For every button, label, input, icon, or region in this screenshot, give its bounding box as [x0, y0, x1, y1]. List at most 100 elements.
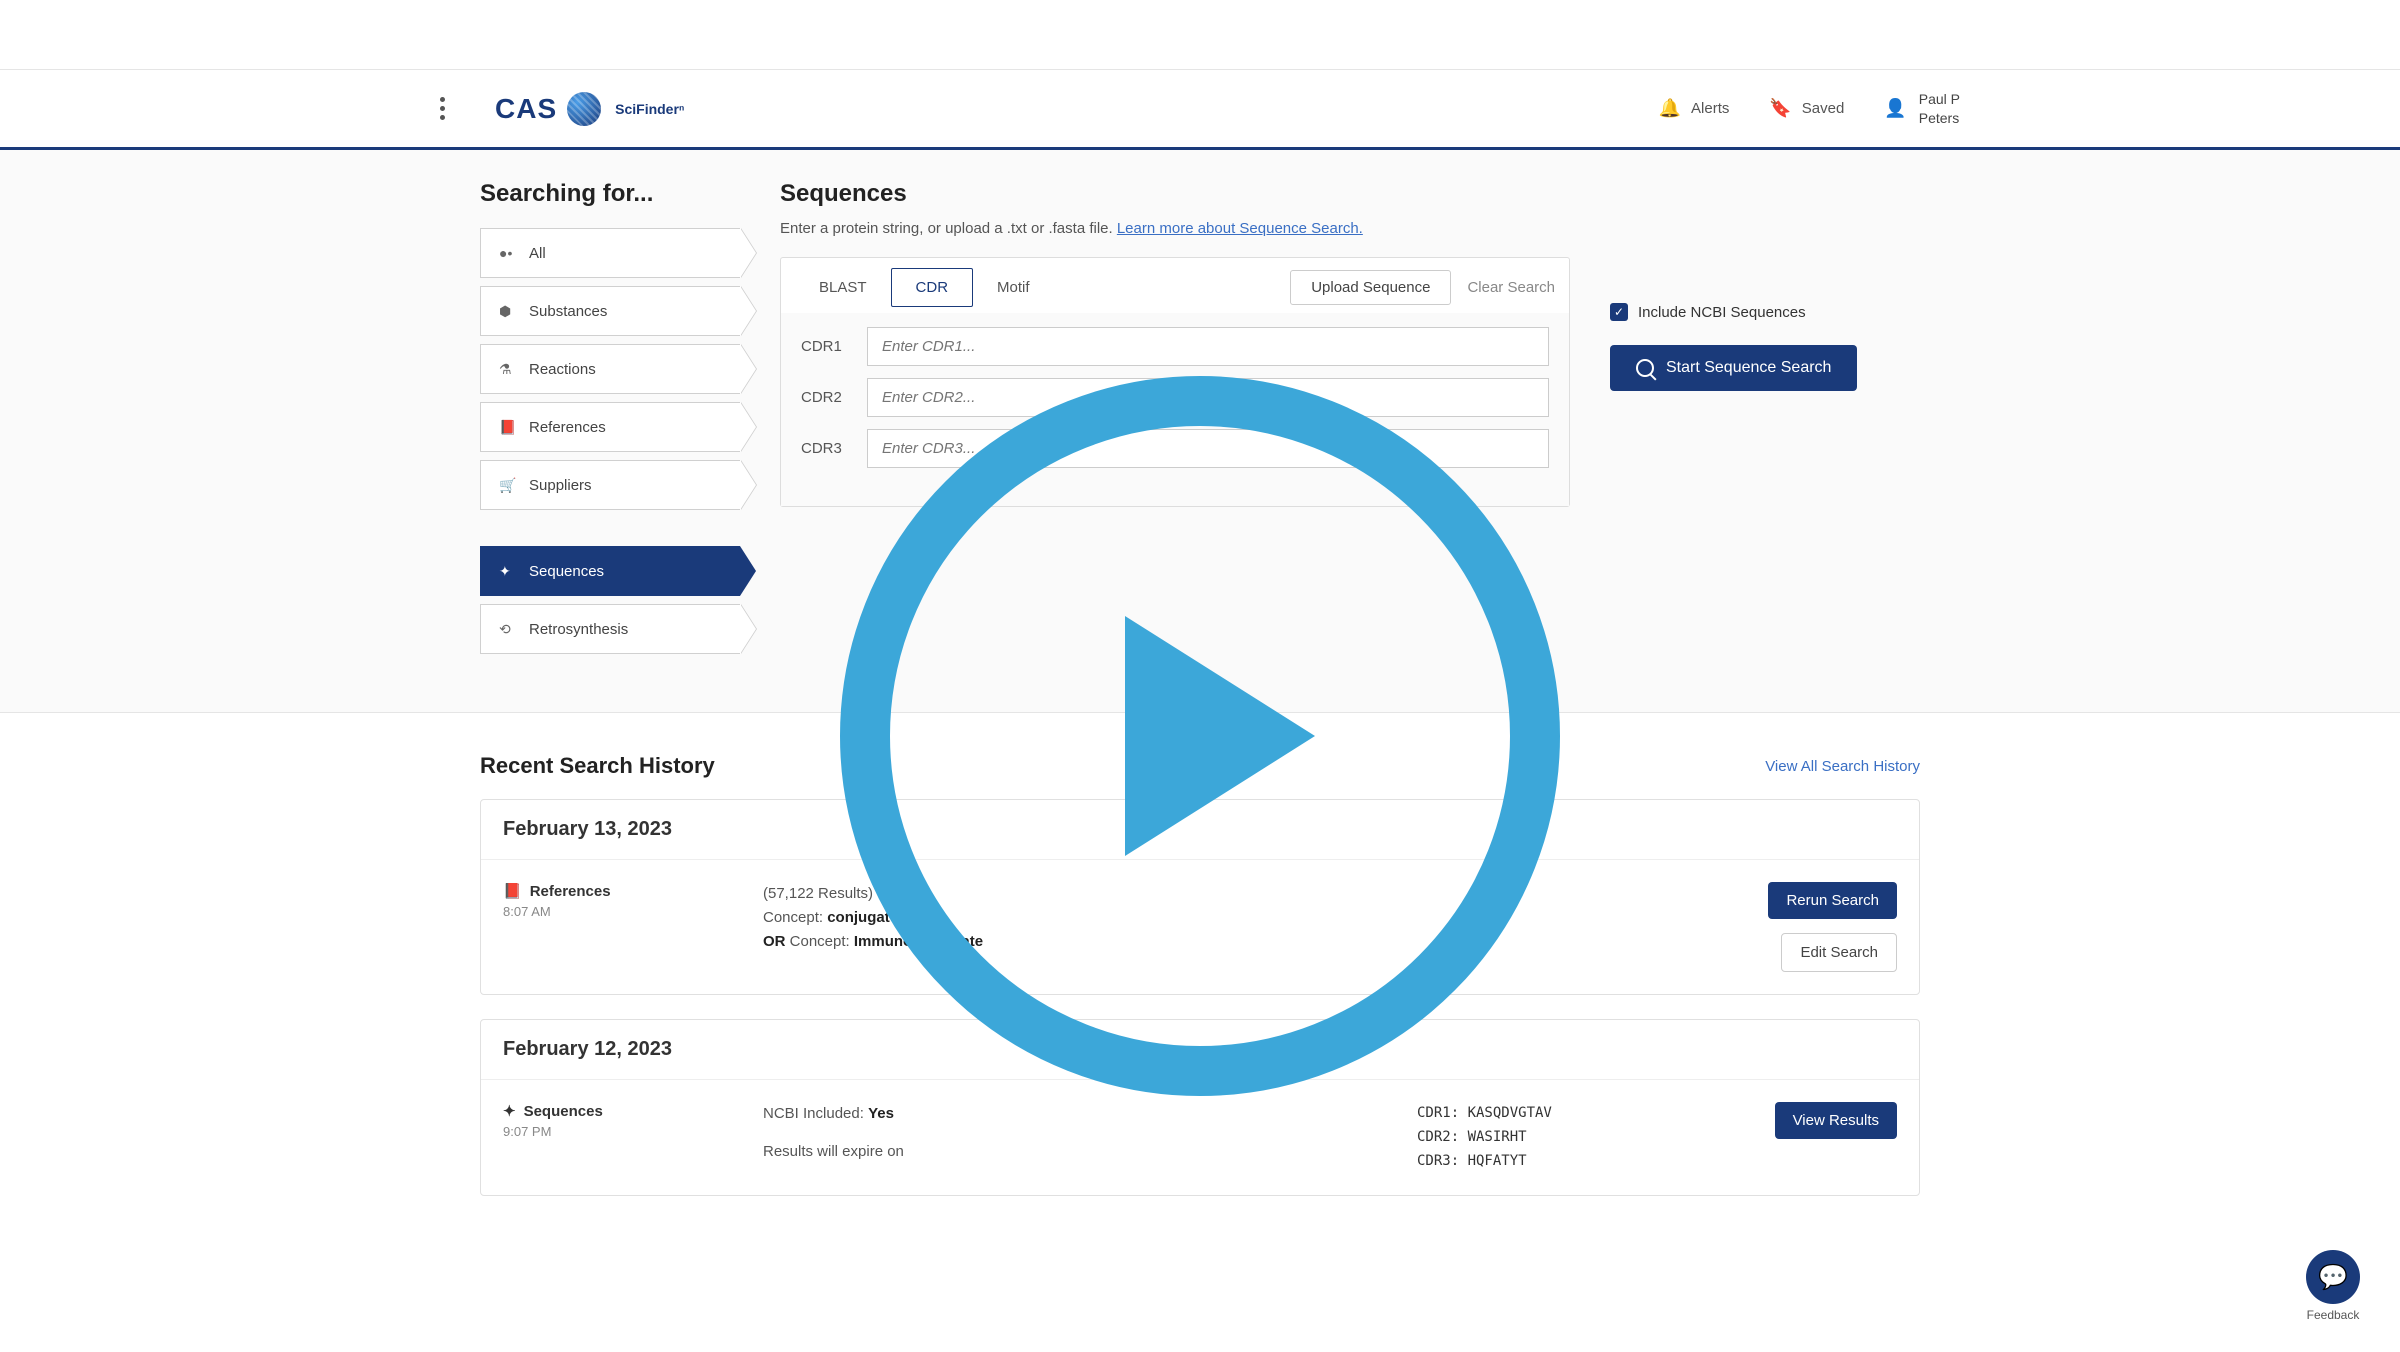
history-type-label: Sequences	[524, 1103, 603, 1120]
brand-logo[interactable]: CAS SciFinderⁿ	[495, 92, 684, 126]
cdr3-label: CDR3	[801, 440, 851, 457]
history-time: 9:07 PM	[503, 1124, 703, 1139]
expire-note: Results will expire on	[763, 1140, 1357, 1164]
or-operator: OR	[763, 933, 786, 950]
cdr2-input[interactable]	[867, 378, 1549, 417]
alerts-button[interactable]: 🔔 Alerts	[1659, 98, 1730, 119]
sidebar-item-reactions[interactable]: ⚗ Reactions	[480, 344, 740, 394]
chat-icon: 💬	[2306, 1250, 2360, 1304]
ncbi-checkbox[interactable]: ✓ Include NCBI Sequences	[1610, 303, 1857, 321]
book-icon: 📕	[503, 882, 522, 900]
concept-term2: Immunoconjugate	[854, 933, 983, 950]
cycle-icon: ⟲	[499, 621, 517, 638]
sidebar-item-label: Retrosynthesis	[529, 621, 628, 638]
cart-icon: 🛒	[499, 477, 517, 494]
tab-motif[interactable]: Motif	[973, 269, 1054, 306]
concept-pre: Concept:	[763, 909, 827, 926]
top-white-strip	[0, 0, 2400, 70]
sidebar-item-label: References	[529, 419, 606, 436]
hexagon-icon: ⬢	[499, 303, 517, 320]
user-menu[interactable]: 👤 Paul P Peters	[1884, 90, 1960, 126]
user-firstname: Paul P	[1919, 90, 1960, 108]
ncbi-pre: NCBI Included:	[763, 1105, 868, 1122]
bookmark-icon: 🔖	[1769, 98, 1791, 119]
checkbox-checked-icon: ✓	[1610, 303, 1628, 321]
user-lastname: Peters	[1919, 109, 1960, 127]
results-count: (57,122 Results)	[763, 882, 1697, 906]
sidebar-item-all[interactable]: ●• All	[480, 228, 740, 278]
subtitle-text: Enter a protein string, or upload a .txt…	[780, 220, 1117, 237]
history-title: Recent Search History	[480, 753, 715, 779]
flask-icon: ⚗	[499, 361, 517, 378]
history-time: 8:07 AM	[503, 904, 703, 919]
concept-mid: Concept:	[786, 933, 854, 950]
sparkle-icon: ✦	[503, 1102, 516, 1120]
sidebar-item-label: All	[529, 245, 546, 262]
cdr1-label: CDR1	[801, 338, 851, 355]
feedback-label: Feedback	[2306, 1308, 2360, 1322]
alerts-label: Alerts	[1691, 100, 1729, 117]
saved-label: Saved	[1802, 100, 1845, 117]
concept-term: conjugate	[827, 909, 898, 926]
ncbi-value: Yes	[868, 1105, 894, 1122]
user-name-block: Paul P Peters	[1919, 90, 1960, 126]
sidebar-item-label: Reactions	[529, 361, 596, 378]
feedback-button[interactable]: 💬 Feedback	[2306, 1250, 2360, 1322]
cdr3-input[interactable]	[867, 429, 1549, 468]
page-subtitle: Enter a protein string, or upload a .txt…	[780, 220, 1920, 237]
sequence-box: BLAST CDR Motif Upload Sequence Clear Se…	[780, 257, 1570, 507]
sidebar-item-references[interactable]: 📕 References	[480, 402, 740, 452]
sidebar-item-sequences[interactable]: ✦ Sequences	[480, 546, 740, 596]
cdr2-label: CDR2	[801, 389, 851, 406]
user-icon: 👤	[1884, 98, 1906, 119]
page-title: Sequences	[780, 180, 1920, 208]
book-icon: 📕	[499, 419, 517, 436]
saved-button[interactable]: 🔖 Saved	[1769, 98, 1844, 119]
upload-sequence-button[interactable]: Upload Sequence	[1290, 270, 1451, 305]
history-section: Recent Search History View All Search Hi…	[0, 713, 2400, 1260]
sidebar-item-substances[interactable]: ⬢ Substances	[480, 286, 740, 336]
search-panel: Searching for... ●• All ⬢ Substances ⚗ Reac…	[0, 150, 2400, 713]
brand-text: CAS	[495, 93, 557, 125]
sparkle-icon: ✦	[499, 563, 517, 580]
main-content: Sequences Enter a protein string, or upl…	[780, 180, 1920, 662]
clear-search-link[interactable]: Clear Search	[1467, 279, 1555, 296]
cdr1-input[interactable]	[867, 327, 1549, 366]
search-icon	[1636, 359, 1654, 377]
history-type: 📕 References	[503, 882, 703, 900]
app-header: CAS SciFinderⁿ 🔔 Alerts 🔖 Saved 👤 Paul P…	[0, 70, 2400, 150]
bell-icon: 🔔	[1659, 98, 1681, 119]
sidebar-item-label: Sequences	[529, 563, 604, 580]
history-card: February 12, 2023 ✦Sequences 9:07 PM NCB…	[480, 1019, 1920, 1196]
history-date: February 13, 2023	[481, 800, 1919, 860]
start-button-label: Start Sequence Search	[1666, 359, 1831, 377]
menu-icon[interactable]	[440, 97, 445, 120]
edit-search-button[interactable]: Edit Search	[1781, 933, 1897, 972]
history-card: February 13, 2023 📕 References 8:07 AM (5…	[480, 799, 1920, 995]
sidebar-item-label: Suppliers	[529, 477, 592, 494]
all-icon: ●•	[499, 245, 517, 261]
cdr2-value: CDR2: WASIRHT	[1417, 1126, 1697, 1150]
sidebar-item-label: Substances	[529, 303, 607, 320]
history-details: (57,122 Results) Concept: conjugate OR C…	[763, 882, 1697, 972]
product-name: SciFinderⁿ	[615, 101, 684, 117]
history-type-label: References	[530, 883, 611, 900]
rerun-search-button[interactable]: Rerun Search	[1768, 882, 1897, 919]
history-cdr-block: CDR1: KASQDVGTAV CDR2: WASIRHT CDR3: HQF…	[1417, 1102, 1697, 1173]
cdr-body: CDR1 CDR2 CDR3	[781, 313, 1569, 506]
sidebar-title: Searching for...	[480, 180, 740, 208]
start-sequence-search-button[interactable]: Start Sequence Search	[1610, 345, 1857, 391]
cdr3-value: CDR3: HQFATYT	[1417, 1150, 1697, 1174]
view-all-history-link[interactable]: View All Search History	[1765, 758, 1920, 775]
globe-icon	[567, 92, 601, 126]
ncbi-label: Include NCBI Sequences	[1638, 304, 1806, 321]
history-details: NCBI Included: Yes Results will expire o…	[763, 1102, 1357, 1173]
tab-blast[interactable]: BLAST	[795, 269, 891, 306]
tab-row: BLAST CDR Motif Upload Sequence Clear Se…	[781, 258, 1569, 313]
learn-more-link[interactable]: Learn more about Sequence Search.	[1117, 220, 1363, 237]
sidebar-item-suppliers[interactable]: 🛒 Suppliers	[480, 460, 740, 510]
sidebar-item-retrosynthesis[interactable]: ⟲ Retrosynthesis	[480, 604, 740, 654]
history-type: ✦ Sequences	[503, 1102, 703, 1120]
view-results-button[interactable]: View Results	[1775, 1102, 1897, 1139]
tab-cdr[interactable]: CDR	[891, 268, 974, 307]
